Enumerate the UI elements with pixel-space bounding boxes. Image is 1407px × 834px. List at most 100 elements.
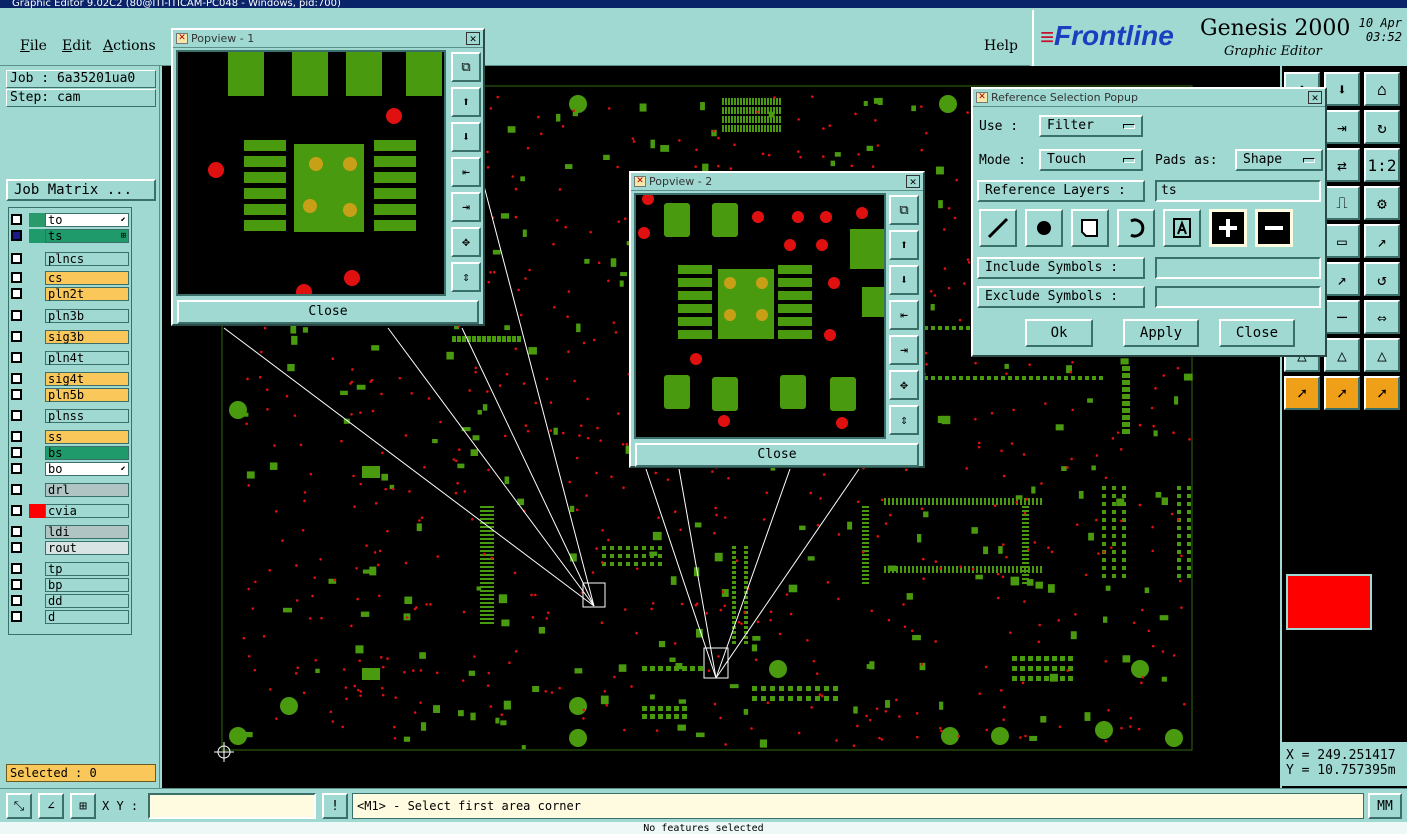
layer-name[interactable]: bo ⬋ <box>45 462 129 476</box>
layer-row-cvia[interactable]: cvia <box>11 503 129 518</box>
layer-checkbox[interactable] <box>11 373 22 384</box>
layer-checkbox[interactable] <box>11 389 22 400</box>
layer-checkbox[interactable] <box>11 410 22 421</box>
layer-name[interactable]: tp <box>45 562 129 576</box>
zoom-fit-icon[interactable]: ⧉ <box>451 52 481 82</box>
close-icon[interactable]: ✕ <box>1308 91 1322 104</box>
close-button[interactable]: Close <box>1219 319 1295 347</box>
layer-checkbox[interactable] <box>11 331 22 342</box>
layer-swatch[interactable] <box>29 351 45 365</box>
layer-row-tp[interactable]: tp <box>11 561 129 576</box>
layer-name[interactable]: pln3b <box>45 309 129 323</box>
layer-name[interactable]: to ⬋ <box>45 213 129 227</box>
zoom-fit-icon[interactable]: ⧉ <box>889 195 919 225</box>
layer-name[interactable]: pln4t <box>45 351 129 365</box>
include-symbols-input[interactable] <box>1155 257 1321 279</box>
popview-1-view[interactable] <box>176 50 446 296</box>
layer-row-sig4t[interactable]: sig4t <box>11 371 129 386</box>
layer-row-sig3b[interactable]: sig3b <box>11 329 129 344</box>
pads-as-dropdown[interactable]: Shape <box>1235 149 1323 171</box>
rotate-edge-icon[interactable]: ↺ <box>1364 262 1400 296</box>
layer-swatch[interactable] <box>29 594 45 608</box>
arc-shape-button[interactable] <box>1117 209 1155 247</box>
layer-checkbox[interactable] <box>11 611 22 622</box>
ruler-icon[interactable]: ⚙ <box>1364 186 1400 220</box>
layer-name[interactable]: cvia <box>45 504 129 518</box>
pan-right-icon[interactable]: ⇥ <box>451 192 481 222</box>
layer-row-bs[interactable]: bs <box>11 445 129 460</box>
layer-checkbox[interactable] <box>11 484 22 495</box>
layer-name[interactable]: plnss <box>45 409 129 423</box>
pan-up-icon[interactable]: ⬆ <box>889 230 919 260</box>
grid-icon[interactable]: ⊞ <box>70 793 96 819</box>
arch-icon[interactable]: △ <box>1324 338 1360 372</box>
layer-checkbox[interactable] <box>11 431 22 442</box>
layer-swatch[interactable] <box>29 462 45 476</box>
include-plus-button[interactable] <box>1209 209 1247 247</box>
layer-name[interactable]: plncs <box>45 252 129 266</box>
close-icon[interactable]: ✕ <box>466 32 480 45</box>
job-matrix-button[interactable]: Job Matrix ... <box>6 179 156 201</box>
apply-button[interactable]: Apply <box>1123 319 1199 347</box>
pad-shape-button[interactable] <box>1025 209 1063 247</box>
arch2-icon[interactable]: △ <box>1364 338 1400 372</box>
reference-layers-button[interactable]: Reference Layers : <box>977 180 1145 202</box>
layer-checkbox[interactable] <box>11 272 22 283</box>
layer-checkbox[interactable] <box>11 563 22 574</box>
layer-checkbox[interactable] <box>11 447 22 458</box>
pan-down-icon[interactable]: ⬇ <box>889 265 919 295</box>
pan-down-icon[interactable]: ⬇ <box>451 122 481 152</box>
measure-icon[interactable]: ∠ <box>38 793 64 819</box>
ok-button[interactable]: Ok <box>1025 319 1093 347</box>
layer-swatch[interactable] <box>29 562 45 576</box>
layer-name[interactable]: ldi <box>45 525 129 539</box>
use-dropdown[interactable]: Filter <box>1039 115 1143 137</box>
layer-swatch[interactable] <box>29 252 45 266</box>
layer-checkbox[interactable] <box>11 463 22 474</box>
layer-checkbox[interactable] <box>11 505 22 516</box>
exclude-symbols-input[interactable] <box>1155 286 1321 308</box>
layer-swatch[interactable] <box>29 287 45 301</box>
surface-shape-button[interactable] <box>1071 209 1109 247</box>
layer-row-ss[interactable]: ss <box>11 429 129 444</box>
exclamation-icon[interactable]: ! <box>322 793 348 819</box>
layer-row-d[interactable]: d <box>11 609 129 624</box>
layer-swatch[interactable] <box>29 388 45 402</box>
measure-icon[interactable]: ⎍ <box>1324 186 1360 220</box>
layer-row-plnss[interactable]: plnss <box>11 408 129 423</box>
layer-swatch[interactable] <box>29 610 45 624</box>
layer-swatch[interactable] <box>29 229 45 243</box>
pan-up-icon[interactable]: ⬆ <box>451 87 481 117</box>
move-edge-icon[interactable]: ↗ <box>1324 262 1360 296</box>
pan-right-icon[interactable]: ⇥ <box>889 335 919 365</box>
menu-edit[interactable]: Edit <box>62 38 91 54</box>
layer-name[interactable]: pln2t <box>45 287 129 301</box>
layer-checkbox[interactable] <box>11 253 22 264</box>
zoom-out-icon[interactable]: ⇕ <box>889 405 919 435</box>
layer-checkbox[interactable] <box>11 526 22 537</box>
layer-checkbox[interactable] <box>11 579 22 590</box>
layer-row-plncs[interactable]: plncs <box>11 251 129 266</box>
layer-name[interactable]: dd <box>45 594 129 608</box>
zoom-in-icon[interactable]: ✥ <box>889 370 919 400</box>
exclude-symbols-button[interactable]: Exclude Symbols : <box>977 286 1145 308</box>
select-icon[interactable]: ➚ <box>1284 376 1320 410</box>
layer-swatch[interactable] <box>29 446 45 460</box>
include-symbols-button[interactable]: Include Symbols : <box>977 257 1145 279</box>
layer-row-dd[interactable]: dd <box>11 593 129 608</box>
scale-icon[interactable]: ↻ <box>1364 110 1400 144</box>
layer-checkbox[interactable] <box>11 310 22 321</box>
text-shape-button[interactable] <box>1163 209 1201 247</box>
menu-help[interactable]: Help <box>984 38 1018 54</box>
layer-checkbox[interactable] <box>11 288 22 299</box>
rotate-icon[interactable]: ⇥ <box>1324 110 1360 144</box>
close-icon[interactable]: ✕ <box>906 175 920 188</box>
layer-row-to[interactable]: to ⬋ <box>11 212 129 227</box>
reference-layers-input[interactable]: ts <box>1155 180 1321 202</box>
layer-name[interactable]: bp <box>45 578 129 592</box>
zoom-out-icon[interactable]: ⇕ <box>451 262 481 292</box>
layer-row-rout[interactable]: rout <box>11 540 129 555</box>
units-button[interactable]: MM <box>1368 793 1402 819</box>
menu-file[interactable]: File <box>20 38 47 54</box>
pan-left-icon[interactable]: ⇤ <box>451 157 481 187</box>
